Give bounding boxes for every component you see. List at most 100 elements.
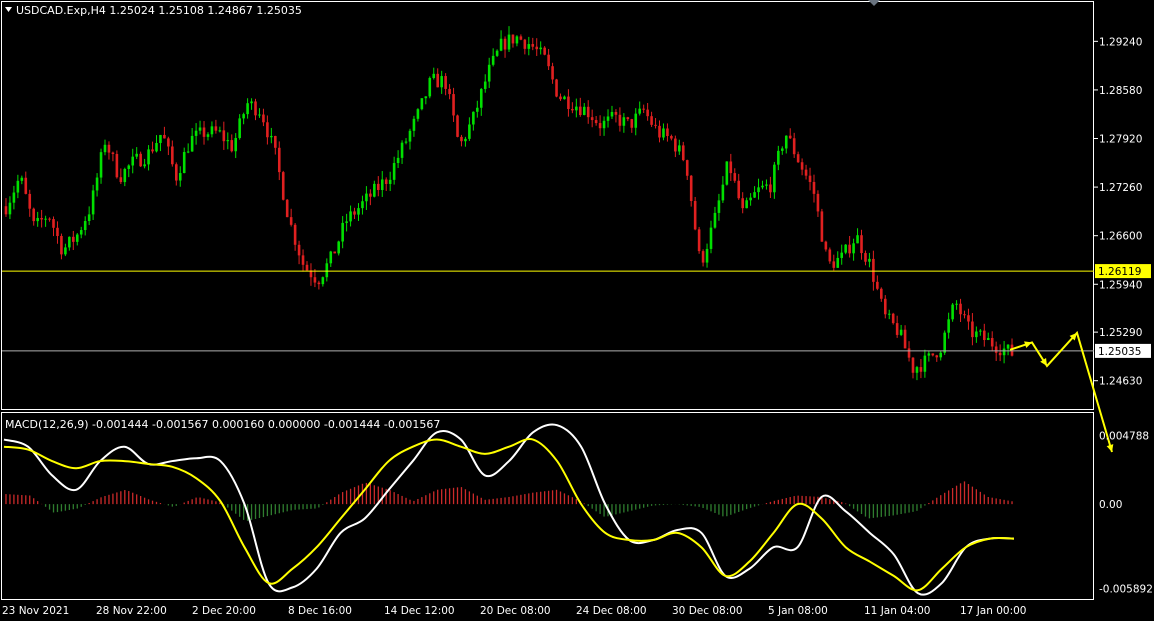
candle-body — [903, 329, 907, 349]
candle-body — [820, 211, 824, 242]
candle — [828, 247, 832, 264]
candle-body — [483, 81, 487, 89]
price-tick-label: 1.26600 — [1099, 231, 1142, 243]
candle-body — [824, 241, 828, 250]
candle-body — [396, 157, 400, 164]
candle-body — [773, 164, 776, 193]
candle-body — [44, 218, 47, 220]
candle-body — [28, 193, 32, 209]
candle-body — [337, 241, 340, 254]
candle-body — [440, 76, 443, 88]
candle-body — [626, 117, 630, 120]
candle — [555, 78, 558, 98]
time-tick-label: 24 Dec 08:00 — [576, 605, 647, 617]
candle-body — [646, 109, 649, 117]
candle-body — [357, 208, 360, 215]
candle — [697, 226, 701, 254]
candle-body — [808, 175, 812, 182]
candle-body — [586, 106, 590, 118]
candle-body — [476, 107, 479, 112]
candle-body — [365, 193, 368, 202]
candle-body — [171, 146, 174, 165]
candle-body — [147, 149, 150, 165]
candle-body — [313, 277, 317, 283]
macd-tick-label: -0.005892 — [1099, 584, 1153, 596]
candle-body — [721, 184, 725, 201]
candle-body — [539, 47, 542, 50]
candle-body — [979, 330, 982, 332]
candle-body — [1002, 348, 1006, 356]
candle-body — [828, 249, 832, 262]
candle-body — [737, 180, 741, 199]
candle-body — [800, 162, 804, 170]
candle-body — [681, 145, 685, 161]
candle-body — [408, 130, 412, 142]
candle-body — [198, 127, 202, 131]
candle-body — [919, 367, 923, 372]
candle-body — [594, 120, 598, 124]
candle-body — [479, 88, 483, 108]
candle-body — [666, 128, 669, 137]
candle-body — [939, 352, 943, 358]
candle-body — [943, 332, 946, 353]
candle-body — [816, 193, 820, 212]
candle-body — [511, 34, 515, 44]
candle-body — [242, 114, 245, 119]
time-axis: 23 Nov 2021 28 Nov 22:00 2 Dec 20:00 8 Dec … — [2, 605, 1026, 617]
candle-body — [836, 257, 840, 268]
candle-body — [642, 108, 645, 110]
candle-body — [230, 140, 234, 152]
candle-body — [650, 116, 653, 125]
candle-body — [178, 173, 182, 181]
candle-body — [551, 66, 554, 80]
candle-body — [325, 263, 329, 278]
candle-body — [392, 163, 396, 180]
candle-body — [935, 355, 939, 358]
level-marker-label: 1.25035 — [1098, 346, 1141, 358]
price-tick-label: 1.24630 — [1099, 376, 1142, 388]
candle-body — [83, 221, 87, 231]
level-marker-label: 1.26119 — [1098, 266, 1141, 278]
candle-body — [967, 315, 970, 322]
candle-body — [868, 258, 871, 262]
candle-body — [214, 126, 218, 131]
time-tick-label: 5 Jan 08:00 — [768, 605, 828, 617]
candle-body — [788, 135, 792, 139]
candle-body — [784, 135, 788, 149]
candle-body — [531, 44, 535, 47]
candle-body — [606, 116, 610, 121]
candle-body — [519, 36, 523, 40]
candle-body — [812, 181, 816, 194]
candle-body — [844, 244, 847, 253]
candle — [456, 114, 459, 138]
candle-body — [769, 184, 772, 193]
candle-body — [880, 288, 883, 299]
candle-body — [832, 261, 836, 268]
candle-body — [246, 103, 249, 115]
candle-body — [955, 303, 958, 305]
candle-body — [79, 230, 83, 235]
price-tick-label: 1.27260 — [1099, 182, 1142, 194]
symbol-info: USDCAD.Exp,H4 1.25024 1.25108 1.24867 1.… — [16, 4, 302, 17]
candle-body — [693, 201, 697, 230]
candle-body — [254, 101, 257, 116]
candle-body — [68, 236, 71, 248]
price-tick-label: 1.25290 — [1099, 327, 1142, 339]
candle-body — [103, 144, 107, 153]
candle-body — [270, 135, 273, 138]
time-tick-label: 14 Dec 12:00 — [384, 605, 455, 617]
candle-body — [202, 127, 206, 137]
candle-body — [412, 118, 416, 131]
candle-body — [87, 214, 91, 222]
candle-body — [155, 143, 158, 152]
candle-body — [883, 298, 887, 315]
candle-body — [963, 314, 966, 316]
candle-body — [305, 264, 309, 271]
candle-body — [602, 120, 606, 129]
candle-body — [194, 130, 198, 136]
candle-body — [333, 251, 337, 254]
candle-body — [876, 281, 879, 289]
candle-body — [341, 222, 344, 242]
candle-body — [293, 224, 297, 245]
candle-body — [515, 36, 519, 44]
